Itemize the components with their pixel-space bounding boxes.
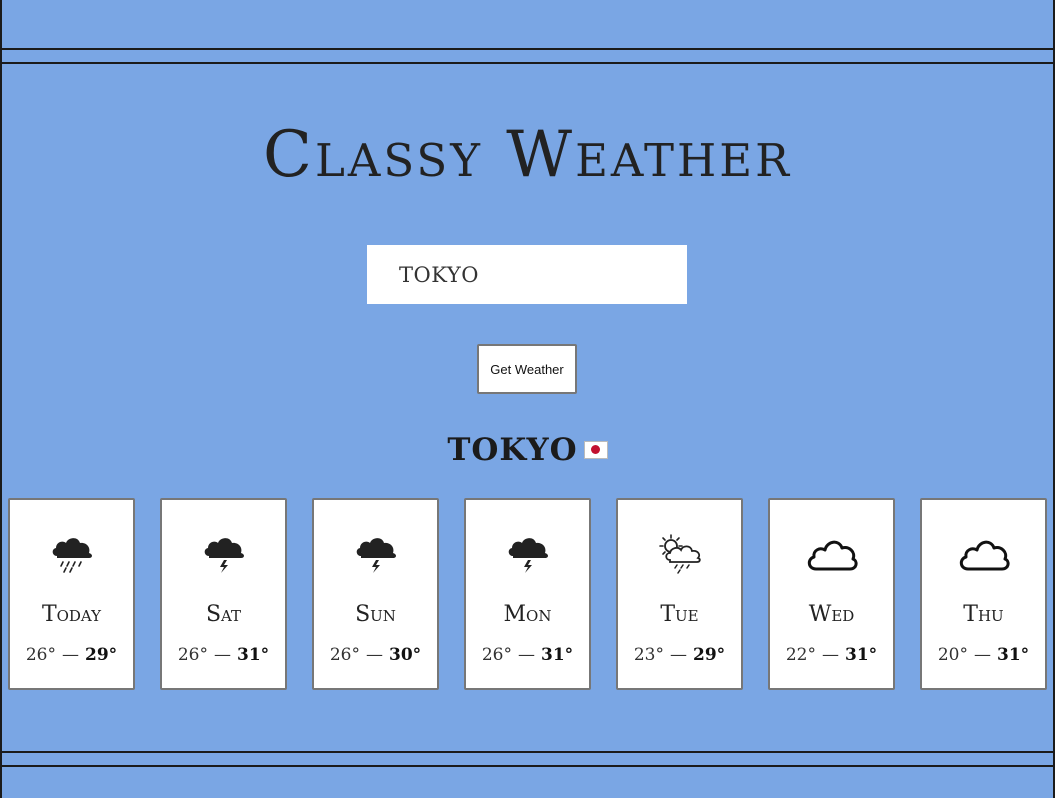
min-temperature: 26° — [329, 645, 360, 665]
app-title: Classy Weather — [263, 118, 792, 192]
location-search-input[interactable] — [367, 245, 687, 304]
temperature-separator: — — [61, 645, 79, 665]
forecast-day-label: Mon — [503, 602, 552, 627]
forecast-temperature-range: 26° —31° — [466, 645, 589, 665]
bottom-rule-2 — [0, 765, 1055, 767]
max-temperature: 31° — [996, 645, 1030, 665]
temperature-separator: — — [973, 645, 991, 665]
forecast-card-tue: Tue 23° —29° — [616, 498, 743, 690]
forecast-card-sun: Sun 26° —30° — [312, 498, 439, 690]
bottom-rule-1 — [0, 751, 1055, 753]
forecast-card-today: Today 26° —29° — [8, 498, 135, 690]
forecast-card-thu: Thu 20° —31° — [920, 498, 1047, 690]
forecast-day-label: Wed — [808, 602, 855, 627]
forecast-temperature-range: 20° —31° — [922, 645, 1045, 665]
temperature-separator: — — [365, 645, 383, 665]
temperature-separator: — — [821, 645, 839, 665]
forecast-temperature-range: 23° —29° — [618, 645, 741, 665]
min-temperature: 26° — [177, 645, 208, 665]
max-temperature: 31° — [540, 645, 574, 665]
location-heading: TOKYO — [0, 432, 1055, 468]
sun-behind-rain-cloud-icon — [618, 528, 741, 580]
min-temperature: 26° — [481, 645, 512, 665]
forecast-temperature-range: 26° —30° — [314, 645, 437, 665]
forecast-temperature-range: 26° —31° — [162, 645, 285, 665]
forecast-day-label: Today — [41, 602, 102, 627]
min-temperature: 26° — [25, 645, 56, 665]
max-temperature: 31° — [236, 645, 270, 665]
forecast-day-label: Sat — [205, 602, 242, 627]
max-temperature: 31° — [844, 645, 878, 665]
top-rule-2 — [0, 62, 1055, 64]
cloud-icon — [922, 528, 1045, 580]
max-temperature: 29° — [84, 645, 118, 665]
temperature-separator: — — [213, 645, 231, 665]
thunder-cloud-icon — [162, 528, 285, 580]
get-weather-button[interactable]: Get Weather — [477, 344, 577, 394]
top-rule-1 — [0, 48, 1055, 50]
cloud-icon — [770, 528, 893, 580]
temperature-separator: — — [669, 645, 687, 665]
forecast-card-sat: Sat 26° —31° — [160, 498, 287, 690]
forecast-day-label: Thu — [963, 602, 1004, 627]
forecast-temperature-range: 22° —31° — [770, 645, 893, 665]
thunder-cloud-icon — [466, 528, 589, 580]
location-name: TOKYO — [447, 432, 578, 468]
japan-flag-icon — [583, 440, 608, 459]
forecast-card-mon: Mon 26° —31° — [464, 498, 591, 690]
forecast-day-label: Sun — [355, 602, 396, 627]
forecast-day-label: Tue — [660, 602, 699, 627]
max-temperature: 30° — [388, 645, 422, 665]
rain-cloud-icon — [10, 528, 133, 580]
min-temperature: 23° — [633, 645, 664, 665]
max-temperature: 29° — [692, 645, 726, 665]
min-temperature: 22° — [785, 645, 816, 665]
forecast-temperature-range: 26° —29° — [10, 645, 133, 665]
min-temperature: 20° — [937, 645, 968, 665]
temperature-separator: — — [517, 645, 535, 665]
forecast-card-wed: Wed 22° —31° — [768, 498, 895, 690]
thunder-cloud-icon — [314, 528, 437, 580]
